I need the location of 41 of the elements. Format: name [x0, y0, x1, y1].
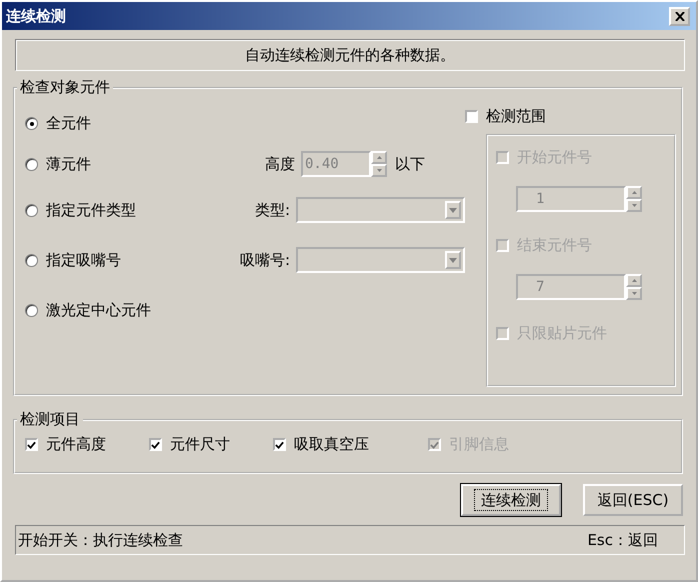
description-text: 自动连续检测元件的各种数据。 [245, 46, 455, 64]
checkmark-icon [151, 440, 160, 450]
field-label: 吸嘴号: [238, 250, 290, 270]
spin-down-button[interactable] [626, 287, 642, 300]
status-hint: Esc：返回 [587, 530, 658, 550]
radio-option[interactable]: 薄元件 [25, 154, 215, 174]
checkmark-icon [430, 440, 439, 450]
up-triangle-icon [632, 279, 636, 282]
close-button[interactable] [669, 6, 690, 26]
radio-option[interactable]: 激光定中心元件 [25, 300, 215, 320]
up-triangle-icon [632, 191, 636, 194]
caret-icon [449, 258, 457, 262]
up-triangle-icon [376, 156, 382, 159]
caret-icon [449, 208, 457, 212]
down-triangle-icon [632, 204, 636, 207]
radio-option[interactable]: 全元件 [25, 114, 215, 132]
checkmark-icon [27, 440, 36, 450]
down-triangle-icon [632, 292, 636, 295]
item-checkbox[interactable]: 吸取真空压 [273, 435, 428, 454]
window-title: 连续检测 [6, 6, 66, 26]
spin-up-button[interactable] [626, 274, 642, 287]
field-label: 高度 [264, 154, 295, 174]
spin-up-button[interactable] [371, 151, 387, 164]
radio-option[interactable]: 指定元件类型 [25, 200, 212, 220]
range-checkbox[interactable]: 检测范围 [465, 107, 680, 126]
checkmark-icon [275, 440, 284, 450]
status-text: 开始开关：执行连续检查 [18, 530, 183, 550]
dialog-button[interactable]: 连续检测 [461, 484, 561, 516]
field-label: 类型: [254, 200, 290, 220]
spin-up-button[interactable] [626, 186, 642, 199]
spin-down-button[interactable] [371, 164, 387, 177]
close-icon [674, 12, 684, 20]
down-triangle-icon [376, 169, 382, 172]
group-title: 检查对象元件 [19, 78, 111, 97]
radio-option[interactable]: 指定吸嘴号 [25, 250, 212, 270]
group-title: 检测项目 [19, 410, 81, 429]
dialog-button[interactable]: 返回(ESC) [583, 484, 683, 516]
unit-label: 以下 [395, 154, 425, 174]
spin-down-button[interactable] [626, 199, 642, 212]
item-checkbox[interactable]: 元件高度 [25, 435, 149, 454]
item-checkbox[interactable]: 元件尺寸 [149, 435, 273, 454]
